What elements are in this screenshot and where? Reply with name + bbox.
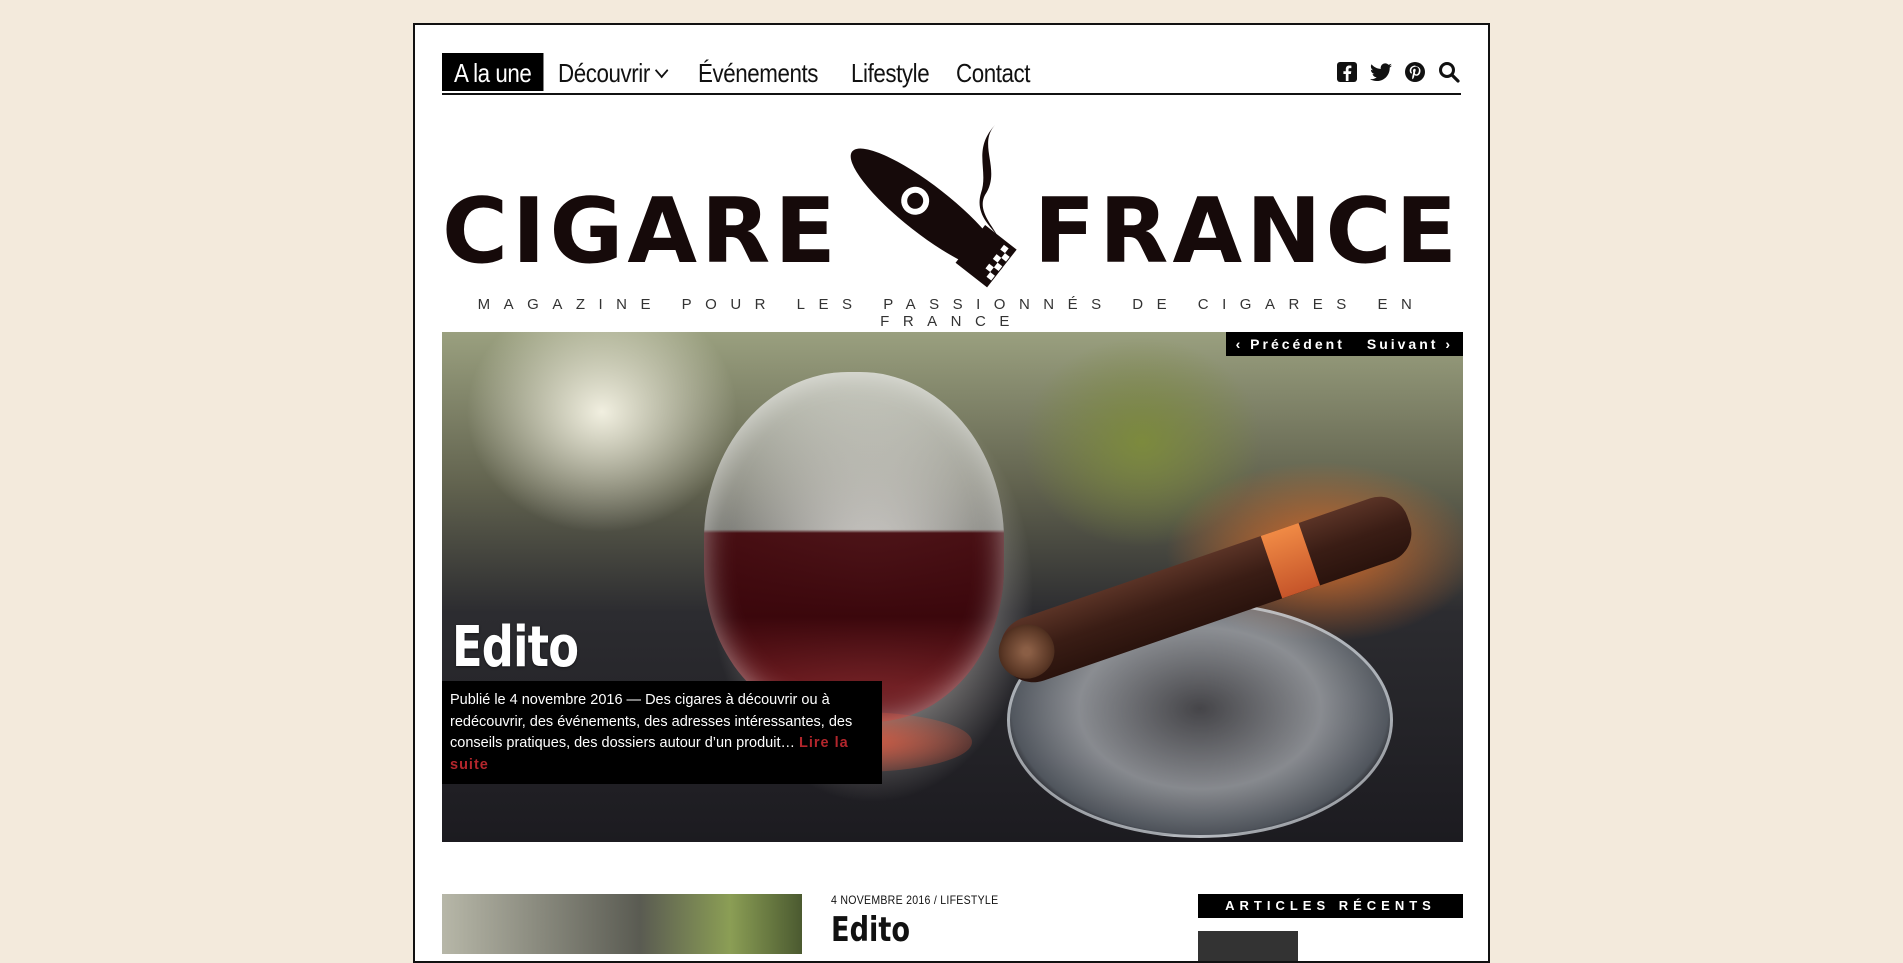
search-icon[interactable] [1437,60,1461,84]
slider-controls: ‹ Précédent Suivant › [1225,332,1463,356]
facebook-icon[interactable] [1335,60,1359,84]
post-title[interactable]: Edito [831,910,910,950]
post-thumbnail[interactable] [442,894,802,954]
slider-next-button[interactable]: Suivant › [1367,336,1453,352]
cigar-tip [991,616,1062,687]
slide-excerpt: Publié le 4 novembre 2016 — Des cigares … [450,692,853,751]
site-tagline: MAGAZINE POUR LES PASSIONNÉS DE CIGARES … [477,296,1426,330]
cigar-band [1260,522,1321,599]
nav-menu: A la une Découvrir Événements Lifestyle … [442,53,1044,91]
nav-item-label: Découvrir [558,58,650,88]
hero-image-glass [704,372,1004,722]
pinterest-icon[interactable] [1403,60,1427,84]
nav-item-label: Événements [697,58,818,88]
meta-separator: / [933,893,938,907]
nav-item-a-la-une[interactable]: A la une [442,53,544,91]
slider-prev-label: Précédent [1250,336,1345,352]
logo-word-cigare: CIGARE [442,179,840,284]
slide-excerpt-box: Publié le 4 novembre 2016 — Des cigares … [442,681,882,784]
cigar-logo-icon [850,125,1017,288]
recent-post-thumbnail[interactable] [1198,931,1298,961]
slider-next-label: Suivant [1366,336,1439,352]
nav-item-lifestyle[interactable]: Lifestyle [839,53,941,91]
post-meta: 4 NOVEMBRE 2016 / LIFESTYLE [831,893,998,907]
site-logo[interactable]: CIGARE FRANCE [442,115,1461,288]
post-date[interactable]: 4 NOVEMBRE 2016 [831,893,931,907]
chevron-down-icon [654,62,669,79]
featured-slider[interactable]: ‹ Précédent Suivant › Edito Publié le 4 … [442,332,1463,842]
nav-item-label: Contact [956,58,1031,88]
post-category[interactable]: LIFESTYLE [940,893,998,907]
logo-word-france: FRANCE [1033,179,1461,284]
nav-item-label: Lifestyle [851,58,930,88]
nav-item-label: A la une [454,58,532,88]
twitter-icon[interactable] [1369,60,1393,84]
main-nav: A la une Découvrir Événements Lifestyle … [442,53,1461,95]
slide-title[interactable]: Edito [452,615,579,680]
nav-item-contact[interactable]: Contact [944,53,1042,91]
page-container: A la une Découvrir Événements Lifestyle … [413,23,1490,963]
slider-prev-button[interactable]: ‹ Précédent [1236,336,1345,352]
nav-item-evenements[interactable]: Événements [686,53,830,91]
recent-posts-widget-title: ARTICLES RÉCENTS [1198,894,1463,918]
social-icons [1335,60,1461,84]
nav-item-decouvrir[interactable]: Découvrir [546,53,678,91]
